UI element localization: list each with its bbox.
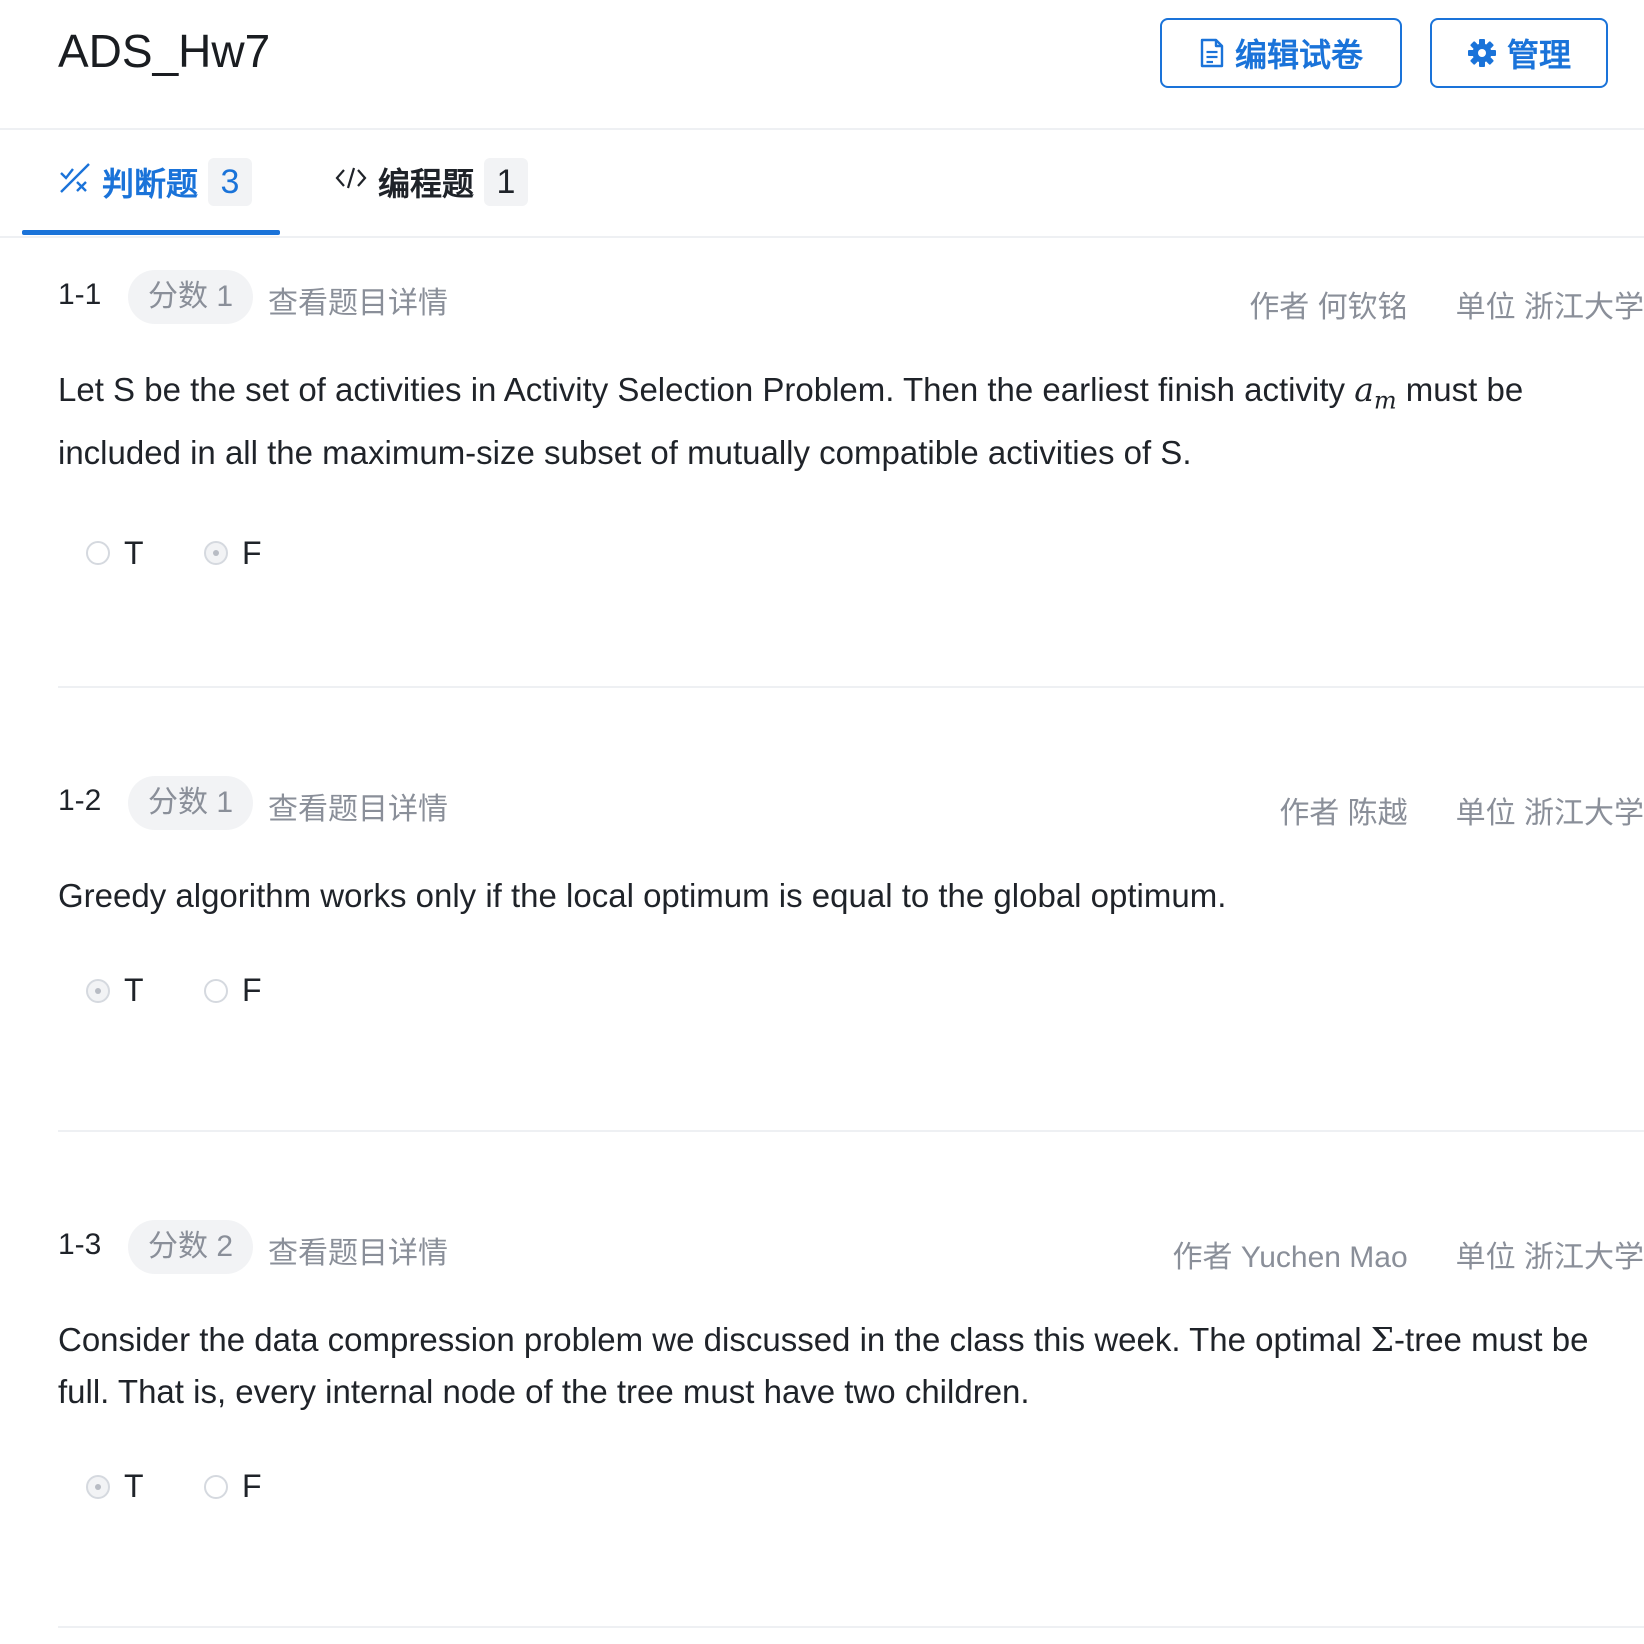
radio-false-selected[interactable]: [204, 541, 228, 566]
question-author: 作者 Yuchen Mao: [1172, 1241, 1408, 1274]
question-divider: [58, 1130, 1644, 1132]
question-1-3: 1-3 分数 2 查看题目详情 作者 Yuchen Mao 单位 浙江大学 Co…: [58, 1220, 1644, 1528]
question-1-1: 1-1 分数 1 查看题目详情 作者 何钦铭 单位 浙江大学 Let S be …: [58, 270, 1644, 595]
option-label: F: [242, 1468, 262, 1504]
question-text: Consider the data compression problem we…: [58, 1314, 1638, 1418]
question-source: 作者 陈越 单位 浙江大学: [1279, 788, 1644, 832]
page-title: ADS_Hw7: [58, 25, 271, 77]
answer-options: T F: [58, 1468, 1644, 1528]
radio-true-selected[interactable]: [86, 1474, 110, 1499]
tab-true-false-label: 判断题: [102, 166, 199, 202]
answer-options: T F: [58, 535, 1644, 595]
option-false[interactable]: F: [204, 1468, 262, 1505]
option-label: T: [124, 1468, 144, 1504]
option-label: T: [124, 972, 144, 1008]
question-unit: 单位 浙江大学: [1455, 797, 1644, 830]
question-text: Let S be the set of activities in Activi…: [58, 364, 1638, 479]
edit-exam-label: 编辑试卷: [1234, 37, 1363, 73]
question-1-2: 1-2 分数 1 查看题目详情 作者 陈越 单位 浙江大学 Greedy alg…: [58, 776, 1644, 1032]
manage-button[interactable]: 管理: [1430, 18, 1608, 88]
question-text: Greedy algorithm works only if the local…: [58, 877, 1227, 914]
question-source: 作者 Yuchen Mao 单位 浙江大学: [1173, 1232, 1644, 1276]
manage-label: 管理: [1506, 37, 1571, 73]
radio-true[interactable]: [86, 541, 110, 566]
view-detail-link[interactable]: 查看题目详情: [268, 784, 448, 828]
question-meta: 1-2 分数 1 查看题目详情 作者 陈越 单位 浙江大学: [58, 776, 1644, 832]
option-label: F: [242, 534, 262, 571]
answer-options: T F: [58, 972, 1644, 1032]
math-base: a: [1354, 370, 1374, 409]
view-detail-link[interactable]: 查看题目详情: [268, 278, 448, 322]
question-number: 1-1: [58, 278, 102, 311]
active-tab-indicator: [22, 230, 280, 235]
question-text-part: Consider the data compression problem we…: [58, 1321, 1371, 1358]
radio-true-selected[interactable]: [86, 978, 110, 1003]
gear-icon: [1467, 38, 1497, 68]
question-source: 作者 何钦铭 单位 浙江大学: [1249, 282, 1644, 326]
radio-false[interactable]: [204, 978, 228, 1003]
option-label: T: [124, 534, 144, 571]
view-detail-link[interactable]: 查看题目详情: [268, 1228, 448, 1272]
score-badge: 分数 1: [128, 776, 254, 830]
true-false-icon: [58, 161, 92, 203]
question-text-part: Let S be the set of activities in Activi…: [58, 371, 1355, 408]
question-unit: 单位 浙江大学: [1455, 1241, 1644, 1274]
question-number: 1-3: [58, 1228, 102, 1261]
edit-exam-button[interactable]: 编辑试卷: [1160, 18, 1402, 88]
score-badge: 分数 1: [128, 270, 254, 324]
option-false[interactable]: F: [204, 972, 262, 1009]
code-icon: [334, 163, 368, 201]
question-number: 1-2: [58, 784, 102, 817]
option-true[interactable]: T: [86, 972, 144, 1009]
tab-true-false[interactable]: 判断题 3: [58, 130, 253, 234]
math-symbol: Σ: [1370, 1320, 1395, 1359]
question-meta: 1-1 分数 1 查看题目详情 作者 何钦铭 单位 浙江大学: [58, 270, 1644, 326]
tab-true-false-count: 3: [208, 158, 253, 206]
option-true[interactable]: T: [86, 1468, 144, 1505]
question-divider: [58, 686, 1644, 688]
option-label: F: [242, 972, 262, 1008]
math-symbol: am: [1354, 370, 1396, 415]
exam-page: ADS_Hw7 编辑试卷 管理 判断题 3 编程题 1 1-1 分数 1 查看题…: [0, 0, 1644, 1644]
tab-programming[interactable]: 编程题 1: [334, 130, 529, 234]
tab-programming-count: 1: [484, 158, 529, 206]
score-badge: 分数 2: [128, 1220, 254, 1274]
option-false[interactable]: F: [204, 535, 262, 572]
question-type-tabs: 判断题 3 编程题 1: [0, 130, 1644, 238]
radio-false[interactable]: [204, 1474, 228, 1499]
document-icon: [1199, 38, 1225, 68]
question-meta: 1-3 分数 2 查看题目详情 作者 Yuchen Mao 单位 浙江大学: [58, 1220, 1644, 1276]
option-true[interactable]: T: [86, 535, 144, 572]
page-header: ADS_Hw7 编辑试卷 管理: [0, 0, 1644, 130]
tab-programming-label: 编程题: [378, 166, 475, 202]
question-divider: [58, 1626, 1644, 1628]
question-author: 作者 何钦铭: [1249, 291, 1408, 324]
question-author: 作者 陈越: [1279, 797, 1408, 830]
question-unit: 单位 浙江大学: [1455, 291, 1644, 324]
math-subscript: m: [1373, 386, 1397, 415]
